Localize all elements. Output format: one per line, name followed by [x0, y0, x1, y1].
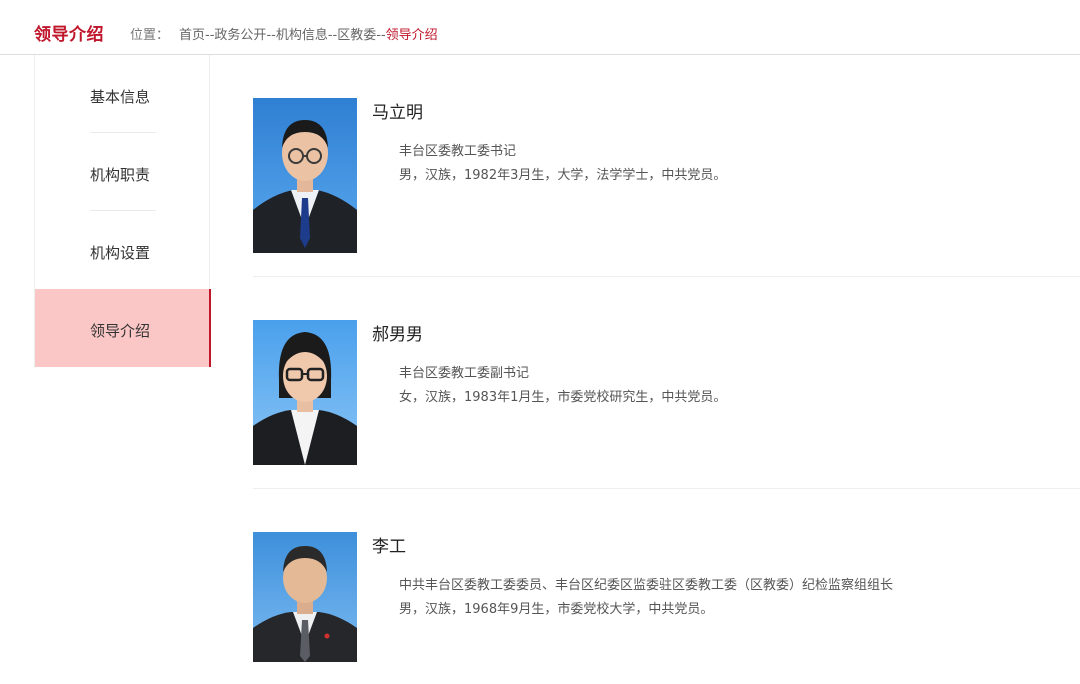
location-label: 位置： — [130, 28, 170, 43]
leader-bio: 男，汉族，1982年3月生，大学，法学学士，中共党员。 — [399, 168, 727, 183]
sidebar-item-duties[interactable]: 机构职责 — [35, 133, 210, 211]
page-header: 领导介绍 位置： 首页--政务公开--机构信息--区教委--领导介绍 — [0, 0, 1080, 55]
breadcrumb-current: 领导介绍 — [385, 28, 438, 43]
portrait-photo — [253, 320, 357, 465]
leader-position: 丰台区委教工委副书记 — [399, 366, 530, 381]
portrait-photo — [253, 98, 357, 253]
portrait-icon — [253, 320, 357, 465]
portrait-icon — [253, 532, 357, 662]
leader-position: 中共丰台区委教工委委员、丰台区纪委区监委驻区委教工委（区教委）纪检监察组组长 — [399, 578, 894, 593]
breadcrumb-separator: -- — [376, 28, 386, 43]
breadcrumb-home[interactable]: 首页 — [179, 28, 205, 43]
breadcrumb-separator: -- — [266, 28, 276, 43]
leader-bio: 女，汉族，1983年1月生，市委党校研究生，中共党员。 — [399, 390, 727, 405]
leader-name: 马立明 — [372, 103, 423, 123]
sidebar-item-label: 领导介绍 — [90, 322, 151, 340]
leader-name: 李工 — [372, 537, 406, 557]
breadcrumb-separator: -- — [205, 28, 215, 43]
portrait-icon — [253, 98, 357, 253]
breadcrumb-district-edu[interactable]: 区教委 — [337, 28, 376, 43]
breadcrumb-gov-affairs[interactable]: 政务公开 — [214, 28, 266, 43]
divider — [253, 276, 1080, 277]
sidebar-item-leaders[interactable]: 领导介绍 — [35, 289, 211, 367]
divider — [253, 488, 1080, 489]
portrait-photo — [253, 532, 357, 662]
sidebar-item-label: 机构设置 — [90, 244, 151, 262]
section-title: 领导介绍 — [34, 25, 104, 45]
sidebar-item-basic-info[interactable]: 基本信息 — [35, 55, 210, 133]
leader-name: 郝男男 — [372, 325, 423, 345]
leader-bio: 男，汉族，1968年9月生，市委党校大学，中共党员。 — [399, 602, 714, 617]
sidebar-item-label: 机构职责 — [90, 166, 151, 184]
sidebar-item-org-setup[interactable]: 机构设置 — [35, 211, 210, 289]
sidebar-item-label: 基本信息 — [90, 88, 151, 106]
breadcrumb-separator: -- — [327, 28, 338, 43]
sidebar-nav: 基本信息 机构职责 机构设置 领导介绍 — [34, 55, 211, 368]
leader-position: 丰台区委教工委书记 — [399, 144, 517, 159]
breadcrumb: 位置： 首页--政务公开--机构信息--区教委--领导介绍 — [130, 24, 438, 43]
breadcrumb-org-info[interactable]: 机构信息 — [276, 28, 328, 43]
